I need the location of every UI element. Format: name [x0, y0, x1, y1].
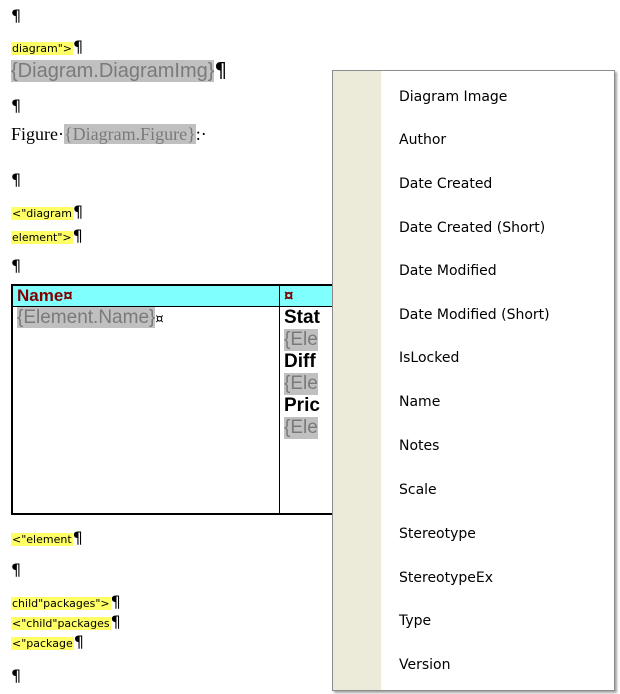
element-close-tag-line: <"element¶ [11, 530, 83, 548]
child-packages-close-line: <"child"packages¶ [11, 614, 121, 632]
paragraph-mark: ¶ [11, 6, 22, 25]
table-row: {Element.Name}¤ Stat {Ele Diff {Ele Pric… [11, 306, 338, 515]
detail-label: Stat [284, 307, 320, 328]
menu-item-version[interactable]: Version [381, 643, 614, 686]
diagram-element-tag: <"diagram [11, 207, 74, 220]
detail-field[interactable]: {Ele [284, 373, 318, 395]
paragraph-mark: ¶ [73, 632, 84, 651]
element-template-table[interactable]: Name¤ ¤ {Element.Name}¤ Stat {Ele Diff {… [11, 284, 338, 515]
package-close-line: <"package¶ [11, 634, 84, 652]
paragraph-mark: ¶ [73, 37, 84, 56]
diagram-element-tag-line-2: element">¶ [11, 228, 83, 246]
menu-item-scale[interactable]: Scale [381, 468, 614, 511]
figure-label: Figure· [11, 124, 64, 144]
child-packages-close-tag: <"child"packages [11, 617, 111, 630]
table-cell-name[interactable]: {Element.Name}¤ [11, 306, 280, 515]
menu-icon-gutter [333, 71, 381, 690]
diagram-img-line: {Diagram.DiagramImg}¶ [11, 59, 227, 83]
figure-tail: :· [195, 124, 207, 144]
cell-mark: ¤ [155, 312, 164, 327]
child-packages-open-tag: child"packages"> [11, 597, 111, 610]
paragraph-mark: ¶ [11, 96, 22, 115]
figure-line: Figure·{Diagram.Figure}:· [11, 124, 207, 145]
diagram-element-tag: element"> [11, 231, 73, 244]
paragraph-mark: ¶ [11, 256, 22, 275]
paragraph-mark: ¶ [72, 226, 83, 245]
menu-item-type[interactable]: Type [381, 599, 614, 642]
menu-item-name[interactable]: Name [381, 380, 614, 423]
diagram-img-field[interactable]: {Diagram.DiagramImg} [11, 60, 215, 82]
package-close-tag: <"package [11, 637, 74, 650]
element-name-field[interactable]: {Element.Name} [17, 307, 156, 328]
paragraph-mark: ¶ [11, 560, 22, 579]
paragraph-mark: ¶ [214, 58, 228, 82]
diagram-element-tag-line-1: <"diagram¶ [11, 204, 83, 222]
detail-field[interactable]: {Ele [284, 417, 318, 439]
detail-label: Pric [284, 395, 320, 416]
menu-item-author[interactable]: Author [381, 118, 614, 161]
paragraph-mark: ¶ [11, 170, 22, 189]
diagram-open-tag: diagram"> [11, 42, 74, 55]
table-header-row: Name¤ ¤ [11, 284, 338, 307]
figure-field[interactable]: {Diagram.Figure} [64, 124, 196, 144]
paragraph-mark: ¶ [73, 202, 84, 221]
menu-item-stereotype[interactable]: Stereotype [381, 512, 614, 555]
menu-item-date-created-short[interactable]: Date Created (Short) [381, 206, 614, 249]
menu-item-date-modified-short[interactable]: Date Modified (Short) [381, 293, 614, 336]
menu-item-notes[interactable]: Notes [381, 424, 614, 467]
table-cell-details[interactable]: Stat {Ele Diff {Ele Pric {Ele [279, 306, 338, 515]
detail-label: Diff [284, 351, 316, 372]
child-packages-open-line: child"packages">¶ [11, 594, 121, 612]
paragraph-mark: ¶ [110, 612, 121, 631]
paragraph-mark: ¶ [110, 592, 121, 611]
table-header-col2[interactable]: ¤ [279, 284, 338, 307]
menu-item-islocked[interactable]: IsLocked [381, 336, 614, 379]
diagram-open-tag-line: diagram">¶ [11, 39, 83, 57]
menu-item-date-created[interactable]: Date Created [381, 162, 614, 205]
paragraph-mark: ¶ [72, 528, 83, 547]
detail-field[interactable]: {Ele [284, 329, 318, 351]
field-context-menu: Diagram Image Author Date Created Date C… [332, 70, 615, 691]
menu-item-stereotypeex[interactable]: StereotypeEx [381, 556, 614, 599]
menu-item-diagram-image[interactable]: Diagram Image [381, 75, 614, 118]
element-close-tag: <"element [11, 533, 73, 546]
menu-item-date-modified[interactable]: Date Modified [381, 249, 614, 292]
table-header-name[interactable]: Name¤ [11, 284, 280, 307]
paragraph-mark: ¶ [11, 666, 22, 685]
